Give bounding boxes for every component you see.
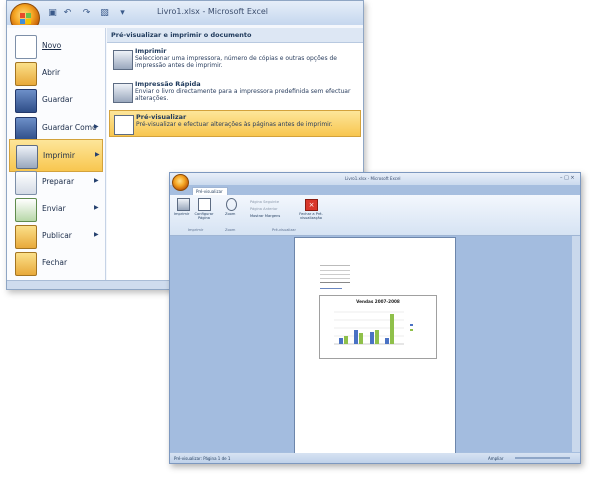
menu-item-label: Guardar Como [42, 123, 97, 132]
chart-title: Vendas 2007-2008 [356, 299, 400, 304]
group-previsualizar-label: Pré-visualizar [272, 228, 296, 232]
submenu-header: Pré-visualizar e imprimir o documento [107, 28, 363, 43]
ribbon-pagina-seguinte[interactable]: Página Seguinte [250, 200, 279, 204]
preview-area: Vendas 2007-2008 [170, 236, 580, 459]
submenu-item-desc: Seleccionar uma impressora, número de có… [135, 55, 337, 69]
tab-pre-visualizar[interactable]: Pré-visualizar [192, 187, 228, 195]
legend-swatch [410, 329, 413, 331]
ribbon-fechar-label[interactable]: Fechar a Pré-visualização [292, 212, 330, 220]
quick-print-icon [113, 83, 133, 103]
page-chart: Vendas 2007-2008 [319, 295, 437, 359]
submenu-arrow-icon: ▶ [94, 204, 99, 211]
zoom-label[interactable]: Ampliar [488, 456, 504, 461]
quick-print-preview-icon[interactable]: ▧ [99, 8, 110, 18]
tab-label: Pré-visualizar [196, 189, 223, 194]
submenu-item-imprimir[interactable]: Imprimir Seleccionar uma impressora, núm… [109, 45, 361, 75]
submenu-item-title: Imprimir [135, 47, 167, 55]
office-logo-part [26, 13, 31, 18]
zoom-slider[interactable] [515, 457, 570, 459]
chart-bar [390, 314, 394, 344]
chart-bar [385, 338, 389, 344]
printer-icon [113, 50, 133, 70]
ribbon-mostrar-margens[interactable]: Mostrar Margens [250, 214, 280, 218]
menu-item-label: Abrir [42, 68, 61, 77]
submenu-item-title: Impressão Rápida [135, 80, 201, 88]
table-line [320, 270, 350, 271]
ribbon-pagina-anterior[interactable]: Página Anterior [250, 207, 278, 211]
preview-window-title: Livro1.xlsx - Microsoft Excel [345, 176, 401, 181]
office-button[interactable] [172, 174, 189, 191]
ribbon-configurar-label[interactable]: Configurar Página [194, 212, 214, 220]
submenu-item-pre-visualizar[interactable]: Pré-visualizar Pré-visualizar e efectuar… [109, 110, 361, 137]
ribbon-zoom-label[interactable]: Zoom [225, 212, 235, 216]
chart-bar [339, 338, 343, 344]
menu-item-label: Imprimir [43, 151, 75, 160]
printer-icon[interactable] [177, 198, 190, 211]
menu-item-label: Fechar [42, 258, 68, 267]
chart-bar [375, 330, 379, 344]
menu-item-fechar[interactable]: Fechar [9, 247, 103, 280]
main-title-bar: Livro1.xlsx - Microsoft Excel ▣ ↶ ↷ ▧ ▾ [7, 1, 363, 25]
customize-toolbar-icon[interactable]: ▾ [117, 8, 128, 18]
save-icon[interactable]: ▣ [47, 8, 58, 18]
prepare-pen-icon [15, 171, 37, 195]
table-link-line [320, 288, 342, 289]
menu-item-label: Guardar [42, 95, 73, 104]
open-folder-icon [15, 62, 37, 86]
publish-icon [15, 225, 37, 249]
preview-page: Vendas 2007-2008 [294, 237, 456, 459]
close-folder-icon [15, 252, 37, 276]
submenu-item-impressao-rapida[interactable]: Impressão Rápida Enviar o livro directam… [109, 78, 361, 108]
submenu-arrow-icon: ▶ [94, 123, 99, 130]
menu-item-label: Preparar [42, 177, 75, 186]
menu-item-label: Novo [42, 41, 62, 50]
chart-bar [354, 330, 358, 344]
ribbon-imprimir-label[interactable]: Imprimir [174, 212, 189, 216]
preview-status-bar: Pré-visualizar: Página 1 de 1 Ampliar [170, 453, 580, 463]
office-logo-part [20, 19, 25, 24]
legend-swatch [410, 324, 413, 326]
print-preview-icon [114, 115, 134, 135]
table-line [320, 274, 350, 275]
group-imprimir-label: Imprimir [188, 228, 204, 232]
save-as-icon [15, 117, 37, 141]
office-menu-commands: Novo Abrir Guardar Guardar Como ▶ Imprim… [7, 28, 106, 280]
submenu-arrow-icon: ▶ [94, 231, 99, 238]
preview-ribbon: Imprimir Configurar Página Zoom Página S… [170, 195, 580, 236]
chart-bar [359, 333, 363, 344]
save-disk-icon [15, 89, 37, 113]
main-window-title: Livro1.xlsx - Microsoft Excel [157, 7, 269, 16]
window-controls-icon[interactable]: – □ × [560, 175, 575, 181]
vertical-scrollbar[interactable] [572, 236, 580, 452]
page-setup-icon[interactable] [198, 198, 211, 211]
submenu-item-desc: Pré-visualizar e efectuar alterações às … [136, 121, 333, 128]
print-preview-window: Livro1.xlsx - Microsoft Excel – □ × Pré-… [169, 172, 581, 464]
submenu-item-title: Pré-visualizar [136, 113, 187, 121]
undo-icon[interactable]: ↶ [62, 8, 73, 18]
chart-bar [370, 332, 374, 344]
table-line [320, 278, 350, 279]
submenu-arrow-icon: ▶ [95, 151, 100, 158]
submenu-title: Pré-visualizar e imprimir o documento [111, 31, 252, 39]
page-data-table [320, 262, 350, 290]
chart-bar [344, 336, 348, 344]
status-text: Pré-visualizar: Página 1 de 1 [174, 456, 231, 461]
table-line [320, 265, 350, 266]
table-line [320, 282, 350, 283]
submenu-item-desc: Enviar o livro directamente para a impre… [135, 88, 351, 102]
submenu-arrow-icon: ▶ [94, 177, 99, 184]
send-icon [15, 198, 37, 222]
menu-item-label: Enviar [42, 204, 66, 213]
preview-title-bar: Livro1.xlsx - Microsoft Excel – □ × [170, 173, 580, 185]
office-logo-part [26, 19, 31, 24]
close-preview-icon[interactable]: × [305, 199, 318, 211]
menu-item-label: Publicar [42, 231, 72, 240]
chart-plot [334, 311, 413, 345]
new-document-icon [15, 35, 37, 59]
zoom-magnifier-icon[interactable] [226, 198, 237, 211]
group-zoom-label: Zoom [225, 228, 236, 232]
office-logo-icon [20, 13, 25, 18]
redo-icon[interactable]: ↷ [81, 8, 92, 18]
